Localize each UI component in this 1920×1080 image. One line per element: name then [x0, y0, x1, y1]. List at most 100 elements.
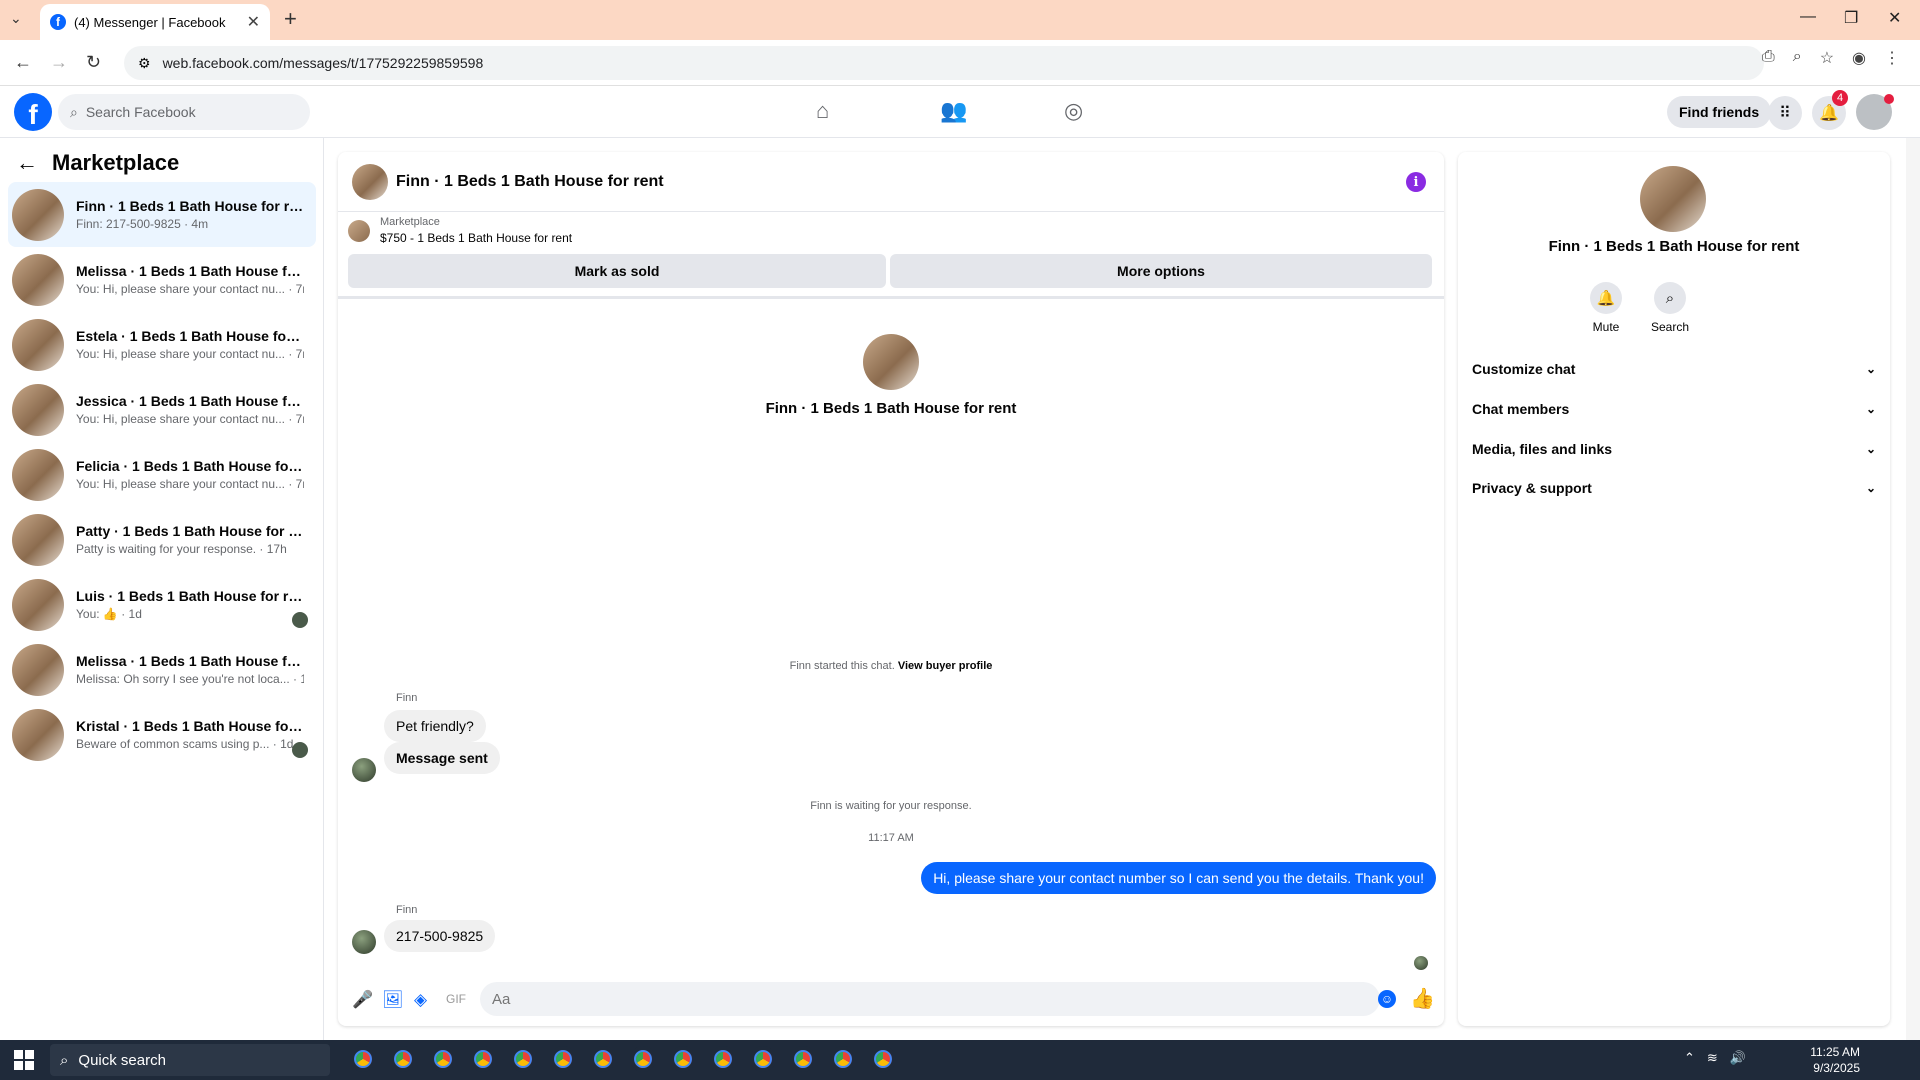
- facebook-logo-icon[interactable]: f: [14, 93, 52, 131]
- conversation-item[interactable]: Melissa · 1 Beds 1 Bath House for r... Yo…: [8, 247, 316, 312]
- media-files-links-section[interactable]: Media, files and links ⌄: [1472, 432, 1876, 466]
- chrome-icon[interactable]: [550, 1046, 576, 1072]
- find-friends-button[interactable]: Find friends: [1667, 96, 1772, 128]
- page-scrollbar[interactable]: [1906, 138, 1920, 1040]
- conversation-item[interactable]: Finn · 1 Beds 1 Bath House for rent Finn:…: [8, 182, 316, 247]
- chrome-icon[interactable]: [390, 1046, 416, 1072]
- windows-start-icon[interactable]: [14, 1050, 34, 1070]
- sender-name: Finn: [396, 904, 418, 916]
- search-facebook-input[interactable]: ⌕ Search Facebook: [58, 94, 310, 130]
- account-avatar[interactable]: [1856, 94, 1894, 130]
- chat-avatar[interactable]: [352, 163, 388, 200]
- conversation-item[interactable]: Luis · 1 Beds 1 Bath House for rent You: …: [8, 572, 316, 637]
- tab-title: (4) Messenger | Facebook: [74, 14, 226, 30]
- chrome-icon[interactable]: [750, 1046, 776, 1072]
- chrome-icon[interactable]: [430, 1046, 456, 1072]
- friends-icon[interactable]: 👥: [940, 98, 967, 124]
- microphone-icon[interactable]: 🎤: [352, 990, 373, 1010]
- mute-button[interactable]: 🔔 Mute: [1576, 282, 1636, 334]
- mute-label: Mute: [1592, 320, 1620, 334]
- browser-tab[interactable]: f (4) Messenger | Facebook ✕: [40, 4, 270, 40]
- groups-icon[interactable]: ◎: [1064, 98, 1083, 124]
- new-tab-icon[interactable]: +: [284, 6, 297, 32]
- zoom-icon[interactable]: ⌕: [1793, 48, 1802, 68]
- customize-chat-section[interactable]: Customize chat ⌄: [1472, 352, 1876, 386]
- section-label: Chat members: [1472, 401, 1570, 417]
- outgoing-message[interactable]: Hi, please share your contact number so …: [921, 862, 1436, 894]
- volume-icon[interactable]: 🔊: [1730, 1050, 1746, 1066]
- site-info-icon[interactable]: ⚙: [138, 55, 151, 72]
- taskbar-search[interactable]: ⌕ Quick search: [50, 1044, 330, 1076]
- forward-icon[interactable]: →: [50, 52, 68, 73]
- chrome-icon[interactable]: [790, 1046, 816, 1072]
- profile-icon[interactable]: ◉: [1852, 48, 1866, 68]
- install-icon[interactable]: ⎙: [1762, 48, 1775, 68]
- chrome-icon[interactable]: [350, 1046, 376, 1072]
- chrome-icon[interactable]: [510, 1046, 536, 1072]
- chrome-icon[interactable]: [830, 1046, 856, 1072]
- sender-avatar: [352, 758, 376, 782]
- chrome-icon[interactable]: [710, 1046, 736, 1072]
- chat-members-section[interactable]: Chat members ⌄: [1472, 392, 1876, 426]
- chat-title[interactable]: Finn · 1 Beds 1 Bath House for rent: [396, 173, 664, 191]
- conversation-name: Melissa · 1 Beds 1 Bath House for r...: [76, 263, 304, 279]
- incoming-message[interactable]: 217-500-9825: [384, 920, 496, 952]
- chat-started-line: Finn started this chat. View buyer profi…: [338, 660, 1444, 672]
- incoming-message[interactable]: Pet friendly?: [384, 710, 486, 742]
- url-bar[interactable]: ⚙ web.facebook.com/messages/t/1775292259…: [124, 46, 1764, 80]
- more-options-button[interactable]: More options: [890, 254, 1432, 288]
- url-text: web.facebook.com/messages/t/177529225985…: [162, 55, 484, 71]
- chevron-up-icon[interactable]: ⌃: [1684, 1050, 1695, 1066]
- home-icon[interactable]: ⌂: [816, 98, 829, 124]
- conversation-item[interactable]: Kristal · 1 Beds 1 Bath House for ... Bew…: [8, 702, 316, 767]
- incoming-message[interactable]: Message sent: [384, 742, 500, 774]
- chat-panel: Finn · 1 Beds 1 Bath House for rent i Ma…: [338, 152, 1444, 1026]
- status-dot: [1884, 94, 1894, 104]
- listing-thumbnail: [12, 513, 64, 566]
- search-icon: ⌕: [60, 1051, 69, 1069]
- back-icon[interactable]: ←: [14, 52, 32, 73]
- clock[interactable]: 11:25 AM 9/3/2025: [1810, 1044, 1860, 1076]
- conversation-item[interactable]: Estela · 1 Beds 1 Bath House for rent You…: [8, 312, 316, 377]
- reload-icon[interactable]: ↻: [86, 52, 101, 73]
- conversation-item[interactable]: Melissa · 1 Beds 1 Bath House for r... Me…: [8, 637, 316, 702]
- seen-avatar: [292, 742, 308, 758]
- message-input[interactable]: [480, 982, 1380, 1016]
- gif-icon[interactable]: GIF: [446, 992, 466, 1006]
- conversation-item[interactable]: Patty · 1 Beds 1 Bath House for rent Patt…: [8, 507, 316, 572]
- back-arrow-icon[interactable]: ←: [16, 150, 38, 176]
- close-window-icon[interactable]: ✕: [1888, 8, 1901, 28]
- search-conversation-button[interactable]: ⌕ Search: [1640, 282, 1700, 334]
- facebook-header: f ⌕ Search Facebook ⌂ 👥 ◎ Find friends ⠿…: [0, 86, 1920, 138]
- conversation-item[interactable]: Felicia · 1 Beds 1 Bath House for rent Yo…: [8, 442, 316, 507]
- message-composer: 🎤 🖼 ◈ GIF ☺ 👍: [338, 978, 1444, 1022]
- menu-dots-icon[interactable]: ⋮: [1884, 48, 1900, 68]
- conversation-snippet: Patty is waiting for your response. · 17…: [76, 542, 287, 556]
- chrome-icon[interactable]: [470, 1046, 496, 1072]
- sticker-icon[interactable]: ◈: [414, 990, 427, 1010]
- minimize-icon[interactable]: —: [1800, 8, 1816, 26]
- view-buyer-profile-link[interactable]: View buyer profile: [898, 660, 993, 672]
- info-icon[interactable]: i: [1406, 172, 1426, 192]
- chrome-icon[interactable]: [870, 1046, 896, 1072]
- mark-as-sold-button[interactable]: Mark as sold: [348, 254, 886, 288]
- emoji-icon[interactable]: ☺: [1378, 990, 1396, 1008]
- bookmark-star-icon[interactable]: ☆: [1820, 48, 1834, 68]
- thumbs-up-icon[interactable]: 👍: [1410, 986, 1435, 1011]
- chrome-icon[interactable]: [630, 1046, 656, 1072]
- close-tab-icon[interactable]: ✕: [247, 12, 260, 32]
- chrome-icon[interactable]: [670, 1046, 696, 1072]
- tab-list-icon[interactable]: ⌄: [10, 10, 22, 27]
- wifi-icon[interactable]: ≋: [1707, 1050, 1718, 1066]
- taskbar-apps: [350, 1046, 896, 1072]
- conversation-item[interactable]: Jessica · 1 Beds 1 Bath House for re... Y…: [8, 377, 316, 442]
- menu-grid-icon[interactable]: ⠿: [1768, 96, 1802, 130]
- divider: [338, 296, 1444, 299]
- photo-icon[interactable]: 🖼: [382, 990, 404, 1010]
- restore-icon[interactable]: ❐: [1844, 8, 1858, 28]
- chevron-down-icon: ⌄: [1865, 442, 1876, 456]
- marketplace-listing[interactable]: Marketplace $750 - 1 Beds 1 Bath House f…: [348, 216, 572, 245]
- privacy-support-section[interactable]: Privacy & support ⌄: [1472, 471, 1876, 505]
- chrome-icon[interactable]: [590, 1046, 616, 1072]
- sidebar-header: ← Marketplace: [16, 150, 179, 176]
